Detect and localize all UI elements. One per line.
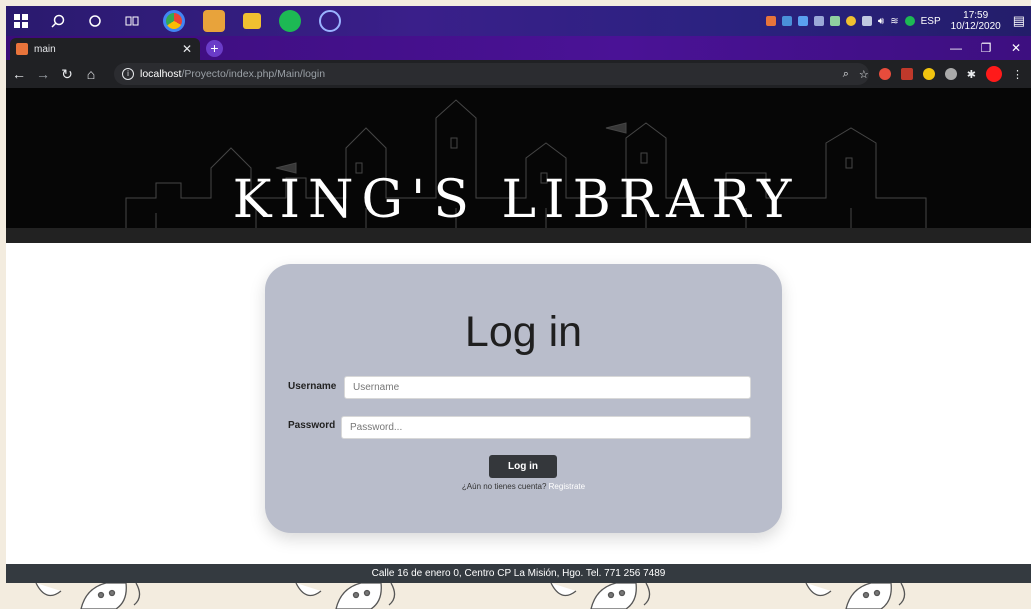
clock[interactable]: 17:59 10/12/2020 (951, 10, 1001, 32)
extension-icon[interactable] (944, 68, 957, 80)
banner-title: KING'S LIBRARY (232, 170, 800, 230)
chrome-app-icon[interactable] (163, 10, 185, 32)
restore-icon[interactable]: ❐ (971, 36, 1001, 60)
minimize-icon[interactable]: — (941, 36, 971, 60)
header-banner: KING'S LIBRARY (6, 88, 1031, 243)
tab-close-icon[interactable]: ✕ (182, 42, 192, 56)
extension-icon[interactable] (922, 68, 935, 80)
tray-app-icon[interactable] (781, 16, 792, 26)
url-path: /Proyecto/index.php/Main/login (181, 68, 326, 80)
extensions-puzzle-icon[interactable]: ✱ (967, 68, 976, 81)
username-label: Username (288, 381, 337, 392)
spotify-icon[interactable] (279, 10, 301, 32)
tray-app-icon[interactable] (813, 16, 824, 26)
bluetooth-icon[interactable] (797, 16, 808, 26)
window-controls: — ❐ ✕ (941, 36, 1031, 60)
tab-title: main (34, 43, 56, 55)
tab-favicon-icon (16, 43, 28, 55)
clock-time: 17:59 (963, 10, 989, 21)
tray-app-icon[interactable] (829, 16, 840, 26)
username-input[interactable] (344, 376, 751, 399)
site-info-icon[interactable]: i (122, 68, 134, 80)
file-explorer-icon[interactable] (243, 13, 261, 29)
signup-prompt: ¿Aún no tienes cuenta? (461, 482, 547, 491)
forward-icon[interactable]: → (32, 66, 54, 82)
tray-app-icon[interactable] (845, 16, 856, 26)
login-heading: Log in (464, 308, 583, 356)
extension-icon[interactable] (878, 68, 891, 80)
url-host: localhost (140, 68, 182, 80)
tray-app-icon[interactable] (765, 16, 776, 26)
browser-tab-bar: main ✕ + — ❐ ✕ (6, 36, 1031, 60)
windows-taskbar: 🔊︎ ≋ ESP 17:59 10/12/2020 ▤ (6, 6, 1031, 36)
new-tab-button[interactable]: + (206, 40, 223, 57)
search-icon[interactable] (43, 6, 73, 36)
browser-toolbar: ← → ↻ ⌂ i localhost/Proyecto/index.php/M… (6, 60, 1031, 88)
page-footer: Calle 16 de enero 0, Centro CP La Misión… (6, 564, 1031, 583)
ghost-pattern-graphic (35, 583, 906, 609)
close-window-icon[interactable]: ✕ (1001, 36, 1031, 60)
system-tray: 🔊︎ ≋ ESP 17:59 10/12/2020 ▤ (765, 6, 1025, 36)
toolbar-actions: ⌕ ☆ ✱ ⋮ (843, 60, 1031, 88)
bookmark-star-icon[interactable]: ☆ (859, 68, 869, 81)
game-app-icon[interactable] (203, 10, 225, 32)
password-label: Password (288, 420, 336, 431)
menu-icon[interactable]: ⋮ (1012, 68, 1023, 81)
wifi-icon[interactable]: ≋ (890, 16, 898, 27)
task-view-icon[interactable] (117, 6, 147, 36)
profile-avatar[interactable] (986, 66, 1002, 82)
password-input[interactable] (341, 416, 751, 439)
login-button[interactable]: Log in (489, 455, 557, 478)
back-icon[interactable]: ← (8, 66, 30, 82)
network-icon[interactable] (861, 16, 872, 26)
app-icon[interactable] (319, 10, 341, 32)
clock-date: 10/12/2020 (950, 21, 1001, 32)
web-page: KING'S LIBRARY Log in Username Password … (6, 88, 1031, 609)
signup-line: ¿Aún no tienes cuenta? Registrate (265, 482, 782, 491)
browser-tab[interactable]: main ✕ (10, 38, 200, 60)
spotify-tray-icon[interactable] (904, 16, 915, 26)
language-indicator[interactable]: ESP (921, 16, 941, 27)
reload-icon[interactable]: ↻ (56, 66, 78, 83)
volume-icon[interactable]: 🔊︎ (878, 16, 884, 27)
zoom-icon[interactable]: ⌕ (843, 68, 849, 81)
pdf-extension-icon[interactable] (900, 68, 913, 80)
cortana-icon[interactable] (80, 6, 110, 36)
notifications-icon[interactable]: ▤ (1013, 13, 1025, 29)
login-card: Log in Username Password Log in ¿Aún no … (265, 264, 782, 533)
address-bar[interactable]: i localhost/Proyecto/index.php/Main/logi… (114, 63, 869, 85)
home-icon[interactable]: ⌂ (80, 66, 102, 82)
windows-start-icon[interactable] (6, 6, 36, 36)
decorative-pattern (6, 583, 1031, 609)
register-link[interactable]: Registrate (549, 482, 585, 491)
